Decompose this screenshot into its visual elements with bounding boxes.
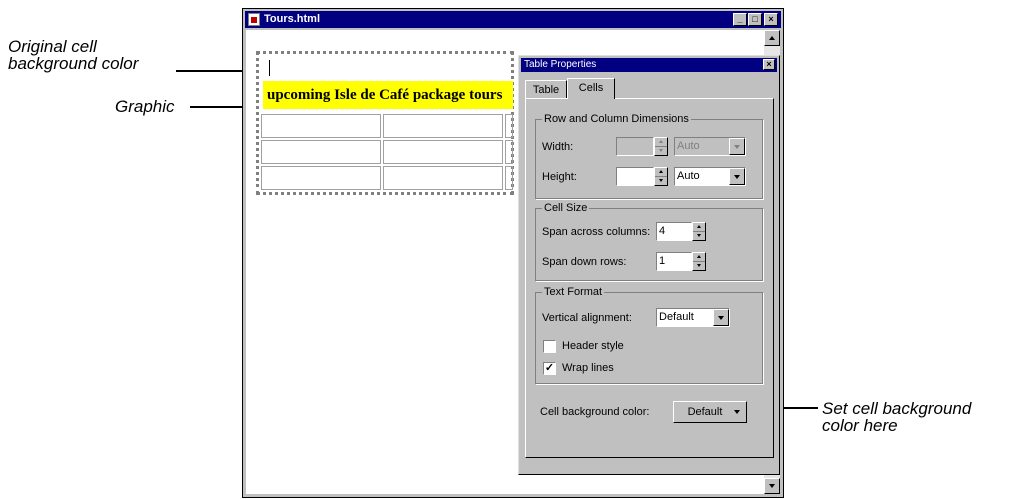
- spin-down-icon: [659, 179, 663, 182]
- dropdown-arrow-icon: [734, 410, 740, 414]
- vertical-alignment-label: Vertical alignment:: [542, 312, 632, 324]
- width-input[interactable]: [616, 137, 654, 156]
- table-cell[interactable]: [505, 114, 513, 138]
- spin-up-icon: [659, 140, 663, 143]
- span-columns-spinner[interactable]: [692, 222, 706, 241]
- width-spinner[interactable]: [654, 137, 668, 156]
- dialog-title: Table Properties: [524, 59, 597, 70]
- spin-up-icon: [697, 225, 701, 228]
- span-columns-label: Span across columns:: [542, 226, 651, 238]
- group-title: Row and Column Dimensions: [542, 112, 691, 126]
- cell-background-color-label: Cell background color:: [540, 406, 650, 418]
- vertical-alignment-value: Default: [659, 311, 694, 323]
- dropdown-arrow-icon: [713, 309, 729, 326]
- wrap-lines-label[interactable]: Wrap lines: [562, 361, 614, 375]
- text-format-group: Text Format Vertical alignment: Default …: [535, 285, 763, 384]
- row-column-dimensions-group: Row and Column Dimensions Width: Auto He…: [535, 112, 763, 199]
- table-cell[interactable]: [505, 140, 513, 164]
- spin-down-icon: [659, 149, 663, 152]
- window-title: Tours.html: [264, 13, 321, 25]
- arrow-up-icon: [769, 36, 775, 40]
- group-title: Text Format: [542, 285, 605, 299]
- dropdown-arrow-icon: [729, 138, 745, 155]
- span-rows-spinner[interactable]: [692, 252, 706, 271]
- close-button[interactable]: ×: [764, 13, 778, 26]
- span-rows-label: Span down rows:: [542, 256, 627, 268]
- table-cell[interactable]: [383, 114, 503, 138]
- spin-up-icon: [697, 255, 701, 258]
- table-cell[interactable]: [383, 140, 503, 164]
- table-cell[interactable]: [261, 114, 381, 138]
- callout-original-cell-bg: Original cell background color: [8, 37, 139, 73]
- dialog-close-button[interactable]: ×: [763, 59, 775, 70]
- minimize-button[interactable]: _: [733, 13, 747, 26]
- table-properties-dialog: Table Properties × Table Cells Row and C…: [518, 55, 780, 475]
- window-titlebar[interactable]: Tours.html _ □ ×: [245, 11, 781, 28]
- spin-down-icon: [697, 264, 701, 267]
- spin-up-icon: [659, 170, 663, 173]
- height-unit-value: Auto: [677, 170, 700, 182]
- table-cell[interactable]: [383, 166, 503, 190]
- text-cursor: [269, 60, 270, 76]
- spin-down-icon: [697, 234, 701, 237]
- cells-tab-panel: Row and Column Dimensions Width: Auto He…: [525, 98, 774, 458]
- dialog-titlebar[interactable]: Table Properties ×: [521, 58, 777, 72]
- vertical-alignment-select[interactable]: Default: [656, 308, 730, 327]
- scroll-down-button[interactable]: [764, 478, 780, 494]
- banner-graphic: upcoming Isle de Café package tours: [263, 81, 513, 109]
- table-cell[interactable]: [261, 140, 381, 164]
- height-input[interactable]: [616, 167, 654, 186]
- wrap-lines-checkbox[interactable]: ✓: [543, 362, 556, 375]
- dropdown-arrow-icon: [729, 168, 745, 185]
- group-title: Cell Size: [542, 201, 590, 215]
- height-unit-select[interactable]: Auto: [674, 167, 746, 186]
- span-rows-input[interactable]: 1: [656, 252, 692, 271]
- cell-background-color-value: Default: [687, 406, 723, 418]
- callout-set-cell-bg: Set cell background color here: [822, 399, 972, 435]
- arrow-down-icon: [769, 484, 775, 488]
- table-cell[interactable]: [505, 166, 513, 190]
- height-label: Height:: [542, 171, 577, 183]
- document-table[interactable]: upcoming Isle de Café package tours: [256, 51, 514, 195]
- cell-size-group: Cell Size Span across columns: 4 Span do…: [535, 201, 763, 281]
- span-columns-input[interactable]: 4: [656, 222, 692, 241]
- width-label: Width:: [542, 141, 574, 153]
- header-style-label[interactable]: Header style: [562, 339, 624, 353]
- width-unit-select[interactable]: Auto: [674, 137, 746, 156]
- callout-graphic: Graphic: [115, 97, 175, 116]
- document-icon: [248, 13, 260, 26]
- table-cell[interactable]: [261, 166, 381, 190]
- width-unit-value: Auto: [677, 140, 700, 152]
- header-style-checkbox[interactable]: [543, 340, 556, 353]
- tab-table[interactable]: Table: [525, 80, 567, 98]
- scroll-up-button[interactable]: [764, 30, 780, 46]
- height-spinner[interactable]: [654, 167, 668, 186]
- tab-cells[interactable]: Cells: [567, 78, 615, 99]
- cell-background-color-button[interactable]: Default: [673, 401, 747, 423]
- maximize-button[interactable]: □: [748, 13, 762, 26]
